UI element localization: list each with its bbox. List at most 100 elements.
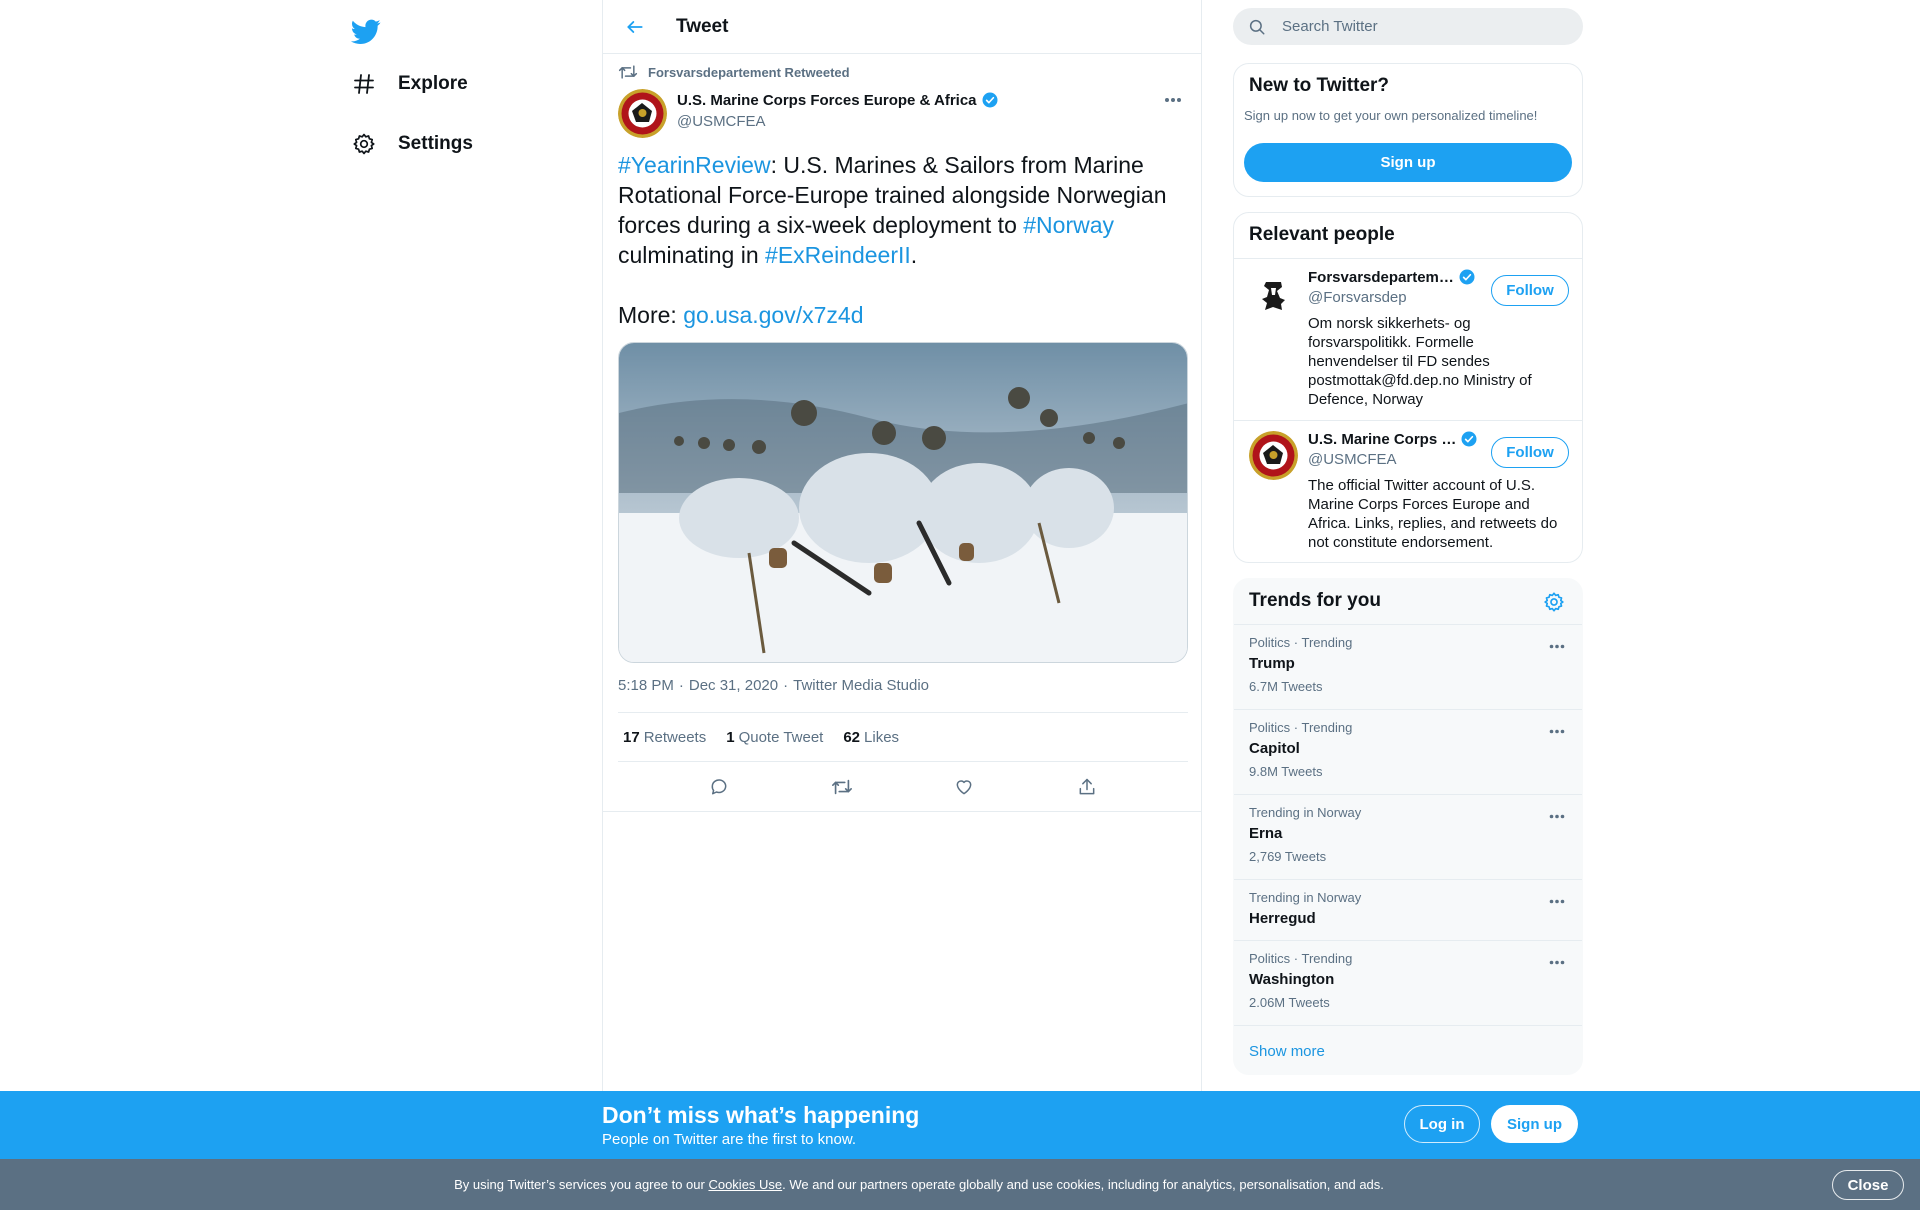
- quote-count: 1: [726, 728, 735, 746]
- tweet-media-photo[interactable]: [618, 342, 1188, 663]
- trend-name: Capitol: [1249, 740, 1300, 757]
- trend-context: Trending in Norway: [1249, 805, 1362, 820]
- person-avatar[interactable]: [1249, 271, 1298, 320]
- meta-separator: ·: [783, 677, 789, 694]
- sign-up-button[interactable]: Sign up: [1244, 143, 1572, 182]
- relevant-people-title: Relevant people: [1249, 224, 1395, 245]
- more-options-icon[interactable]: [1544, 951, 1570, 973]
- more-options-icon[interactable]: [1544, 890, 1570, 912]
- trend-count: 2.06M Tweets: [1249, 995, 1330, 1010]
- trends-card: Trends for you Politics · Trending Trump…: [1233, 578, 1583, 1075]
- nav-settings[interactable]: Settings: [340, 119, 483, 169]
- search-box[interactable]: [1233, 8, 1583, 45]
- trends-settings-gear-icon[interactable]: [1543, 591, 1567, 615]
- tweet-time[interactable]: 5:18 PM: [618, 677, 674, 694]
- person-item[interactable]: U.S. Marine Corps … @USMCFEA The officia…: [1234, 420, 1582, 562]
- hashtag-icon: [350, 70, 378, 98]
- tweet-stats: 17 Retweets 1 Quote Tweet 62 Likes: [618, 712, 1188, 762]
- trend-name: Erna: [1249, 825, 1283, 842]
- hashtag-link[interactable]: #ExReindeerII: [765, 242, 911, 268]
- log-in-button[interactable]: Log in: [1404, 1105, 1480, 1143]
- more-options-icon[interactable]: [1544, 720, 1570, 742]
- person-name[interactable]: U.S. Marine Corps …: [1308, 431, 1456, 448]
- trend-context: Politics · Trending: [1249, 720, 1353, 735]
- trend-item[interactable]: Trending in Norway Erna 2,769 Tweets: [1234, 794, 1582, 879]
- trend-item[interactable]: Trending in Norway Herregud: [1234, 879, 1582, 940]
- hashtag-link[interactable]: #YearinReview: [618, 152, 771, 178]
- search-input[interactable]: [1282, 18, 1562, 35]
- person-item[interactable]: Forsvarsdepartem… @Forsvarsdep Om norsk …: [1234, 258, 1582, 421]
- share-icon[interactable]: [1069, 769, 1105, 805]
- trend-context: Trending in Norway: [1249, 890, 1362, 905]
- banner-title: Don’t miss what’s happening: [602, 1102, 920, 1128]
- retweets-count: 17: [623, 728, 640, 746]
- verified-badge-icon: [981, 91, 999, 109]
- tweet-source[interactable]: Twitter Media Studio: [793, 677, 929, 694]
- verified-badge-icon: [1458, 268, 1476, 286]
- more-options-icon[interactable]: [1544, 805, 1570, 827]
- trend-name: Herregud: [1249, 910, 1316, 927]
- more-label: More:: [618, 302, 684, 328]
- person-bio: The official Twitter account of U.S. Mar…: [1308, 477, 1558, 551]
- author-name[interactable]: U.S. Marine Corps Forces Europe & Africa: [677, 92, 977, 109]
- trend-context: Politics · Trending: [1249, 951, 1353, 966]
- person-name[interactable]: Forsvarsdepartem…: [1308, 269, 1454, 286]
- tweet-text-segment: .: [910, 242, 918, 268]
- divider: [603, 811, 1201, 812]
- likes-stat[interactable]: 62 Likes: [843, 729, 899, 746]
- likes-label: Likes: [864, 728, 900, 746]
- banner-sign-up-button[interactable]: Sign up: [1491, 1105, 1578, 1143]
- banner-subtitle: People on Twitter are the first to know.: [602, 1131, 857, 1148]
- trend-item[interactable]: Politics · Trending Trump 6.7M Tweets: [1234, 624, 1582, 709]
- person-name-row[interactable]: Forsvarsdepartem…: [1308, 268, 1476, 286]
- tweet-text: #YearinReview: U.S. Marines & Sailors fr…: [618, 150, 1188, 330]
- tweet-meta: 5:18 PM · Dec 31, 2020 · Twitter Media S…: [618, 677, 929, 694]
- retweet-context: Forsvarsdepartement Retweeted: [618, 63, 850, 81]
- author-handle[interactable]: @USMCFEA: [677, 113, 999, 130]
- tweet-text-segment: culminating in: [618, 242, 766, 268]
- person-name-row[interactable]: U.S. Marine Corps …: [1308, 430, 1478, 448]
- retweets-stat[interactable]: 17 Retweets: [623, 729, 706, 746]
- person-avatar[interactable]: [1249, 431, 1298, 480]
- cookie-text-prefix: By using Twitter’s services you agree to…: [454, 1177, 709, 1192]
- cookie-text-suffix: . We and our partners operate globally a…: [782, 1177, 1384, 1192]
- relevant-people-card: Relevant people Forsvarsdepartem… @Forsv…: [1233, 212, 1583, 563]
- more-options-icon[interactable]: [1544, 635, 1570, 657]
- like-heart-icon[interactable]: [946, 769, 982, 805]
- trend-name: Trump: [1249, 655, 1295, 672]
- new-to-twitter-title: New to Twitter?: [1249, 75, 1390, 96]
- quote-tweets-stat[interactable]: 1 Quote Tweet: [726, 729, 823, 746]
- person-handle[interactable]: @USMCFEA: [1308, 451, 1397, 468]
- cookies-use-link[interactable]: Cookies Use: [708, 1177, 782, 1192]
- arrow-left-icon[interactable]: [617, 9, 653, 45]
- retweeted-by-label[interactable]: Forsvarsdepartement Retweeted: [648, 65, 850, 80]
- trend-item[interactable]: Politics · Trending Washington 2.06M Twe…: [1234, 940, 1582, 1025]
- show-more-row[interactable]: Show more: [1234, 1025, 1582, 1074]
- author-name-row[interactable]: U.S. Marine Corps Forces Europe & Africa: [677, 91, 999, 109]
- twitter-bird-icon[interactable]: [346, 12, 386, 52]
- hashtag-link[interactable]: #Norway: [1023, 212, 1114, 238]
- retweet-icon[interactable]: [824, 769, 860, 805]
- reply-icon[interactable]: [701, 769, 737, 805]
- likes-count: 62: [843, 728, 861, 746]
- person-bio: Om norsk sikkerhets- og forsvarspolitikk…: [1308, 315, 1532, 408]
- author-avatar[interactable]: [618, 89, 667, 138]
- trend-count: 6.7M Tweets: [1249, 679, 1323, 694]
- person-handle[interactable]: @Forsvarsdep: [1308, 289, 1407, 306]
- show-more-link[interactable]: Show more: [1249, 1043, 1325, 1060]
- follow-button[interactable]: Follow: [1491, 437, 1569, 468]
- retweets-label: Retweets: [643, 728, 707, 746]
- follow-button[interactable]: Follow: [1491, 275, 1569, 306]
- more-options-icon[interactable]: [1159, 88, 1187, 112]
- trend-context: Politics · Trending: [1249, 635, 1353, 650]
- new-to-twitter-subtitle: Sign up now to get your own personalized…: [1244, 108, 1538, 123]
- close-cookie-button[interactable]: Close: [1832, 1170, 1904, 1200]
- trend-name: Washington: [1249, 971, 1335, 988]
- tweet-date[interactable]: Dec 31, 2020: [689, 677, 778, 694]
- page-title: Tweet: [676, 15, 729, 37]
- nav-explore[interactable]: Explore: [340, 59, 478, 109]
- nav-settings-label: Settings: [398, 133, 473, 154]
- trend-item[interactable]: Politics · Trending Capitol 9.8M Tweets: [1234, 709, 1582, 794]
- nav-explore-label: Explore: [398, 73, 468, 94]
- tweet-url-link[interactable]: go.usa.gov/x7z4d: [683, 302, 863, 328]
